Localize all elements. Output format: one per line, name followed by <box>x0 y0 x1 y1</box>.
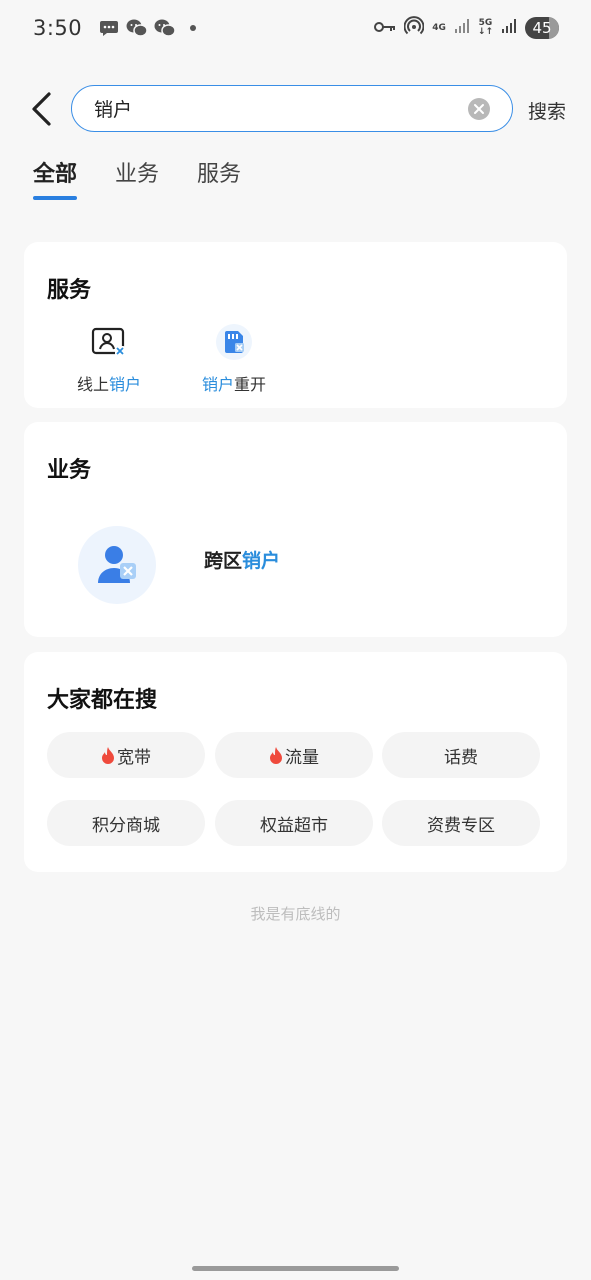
signal-icon-2 <box>501 18 517 38</box>
search-box <box>71 85 513 132</box>
search-input[interactable] <box>94 86 454 130</box>
hot-chip-phone-bill[interactable]: 话费 <box>382 732 540 778</box>
battery-level: 45 <box>532 19 552 37</box>
search-header: 搜索 <box>0 84 591 134</box>
tab-bar: 全部 业务 服务 <box>33 156 241 202</box>
label-suffix: 重开 <box>234 375 267 394</box>
hotspot-icon <box>403 16 425 40</box>
user-cancel-icon[interactable] <box>78 526 156 604</box>
label-prefix: 跨区 <box>204 550 243 572</box>
message-icon <box>98 17 120 39</box>
status-right: 4G 5G ↓↑ 45 <box>374 16 559 40</box>
label-highlight: 销户 <box>242 550 281 572</box>
label-highlight: 销户 <box>109 375 142 394</box>
hot-chip-tariff-zone[interactable]: 资费专区 <box>382 800 540 846</box>
signal-icon <box>454 18 470 38</box>
fire-icon <box>269 746 283 764</box>
label-prefix: 线上 <box>76 375 109 394</box>
chip-label: 宽带 <box>117 747 151 768</box>
service-item-label: 销户重开 <box>202 371 266 395</box>
network-5g-label: 5G ↓↑ <box>478 19 493 37</box>
network-4g-label: 4G <box>432 22 446 33</box>
end-of-list-text: 我是有底线的 <box>250 905 341 923</box>
business-section: 业务 跨区销户 <box>24 422 567 637</box>
service-item-online-cancel[interactable]: 线上销户 <box>54 322 164 395</box>
vpn-key-icon <box>374 19 396 38</box>
chip-label: 积分商城 <box>92 815 160 836</box>
battery-indicator: 45 <box>525 17 559 39</box>
back-button[interactable] <box>26 90 56 128</box>
chip-label: 权益超市 <box>260 815 328 836</box>
business-section-title: 业务 <box>47 458 92 483</box>
close-icon <box>474 104 484 114</box>
tab-all[interactable]: 全部 <box>33 156 78 200</box>
id-card-cancel-icon <box>89 322 129 362</box>
hot-chip-broadband[interactable]: 宽带 <box>47 732 205 778</box>
tab-business[interactable]: 业务 <box>115 156 159 200</box>
service-section-title: 服务 <box>47 278 92 303</box>
tab-service[interactable]: 服务 <box>197 156 241 200</box>
service-item-cancel-reopen[interactable]: 销户重开 <box>179 322 289 395</box>
hot-chip-benefits-market[interactable]: 权益超市 <box>215 800 373 846</box>
hot-search-section: 大家都在搜 宽带 流量 话费 积分商城 权益超市 资费专区 <box>24 652 567 872</box>
service-item-label: 线上销户 <box>77 371 141 395</box>
chip-label: 话费 <box>444 747 478 768</box>
chip-label: 资费专区 <box>427 815 495 836</box>
label-highlight: 销户 <box>201 375 234 394</box>
hot-chip-points-mall[interactable]: 积分商城 <box>47 800 205 846</box>
status-left: 3:50 <box>33 16 197 40</box>
business-item-cross-region-cancel[interactable]: 跨区销户 <box>204 546 280 573</box>
more-notifications-dot-icon <box>190 25 197 31</box>
home-indicator[interactable] <box>192 1266 399 1271</box>
chip-label: 流量 <box>285 747 319 768</box>
service-section: 服务 线上销户 销户重开 <box>24 242 567 408</box>
clear-search-button[interactable] <box>468 98 490 120</box>
data-arrows-icon: ↓↑ <box>477 27 493 37</box>
status-time: 3:50 <box>33 16 83 40</box>
fire-icon <box>101 746 115 764</box>
hot-search-title: 大家都在搜 <box>47 688 158 713</box>
status-bar: 3:50 4G 5G ↓↑ 45 <box>0 0 591 56</box>
wechat-icon-2 <box>154 17 176 39</box>
sim-card-cancel-icon <box>214 322 254 362</box>
hot-chip-data[interactable]: 流量 <box>215 732 373 778</box>
search-button[interactable]: 搜索 <box>528 97 566 124</box>
wechat-icon <box>126 17 148 39</box>
chevron-left-icon <box>32 92 51 126</box>
